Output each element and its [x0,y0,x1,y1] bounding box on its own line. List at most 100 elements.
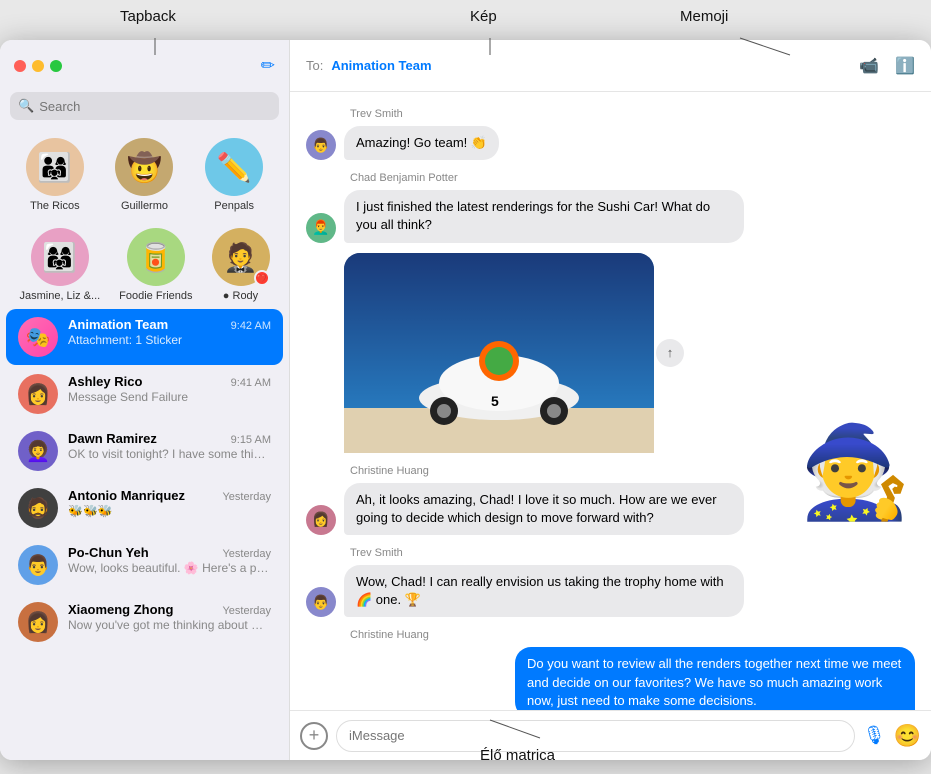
pinned-contact-guillermo[interactable]: 🤠 Guillermo [115,138,173,212]
xiaomeng-name: Xiaomeng Zhong [68,602,173,617]
animation-team-name: Animation Team [68,317,168,332]
pochun-info: Po-Chun Yeh Yesterday Wow, looks beautif… [68,545,271,575]
animation-team-info: Animation Team 9:42 AM Attachment: 1 Sti… [68,317,271,347]
msg5-bubble: Do you want to review all the renders to… [515,647,915,710]
msg5-row: Do you want to review all the renders to… [306,647,915,710]
tapback-label: Tapback [120,8,176,25]
info-icon[interactable]: ℹ️ [895,56,915,76]
xiaomeng-avatar: 👩 [18,602,58,642]
ashley-rico-preview: Message Send Failure [68,390,271,404]
xiaomeng-info: Xiaomeng Zhong Yesterday Now you've got … [68,602,271,632]
memoji-character: 🧙 [799,420,911,525]
to-label: To: [306,58,323,73]
animation-team-avatar: 🎭 [18,317,58,357]
msg4-avatar: 👨 [306,587,336,617]
sidebar-titlebar: ✏ [0,40,289,92]
msg1-avatar: 👨 [306,130,336,160]
guillermo-avatar: 🤠 [115,138,173,196]
msg4-sender: Trev Smith [306,547,915,559]
chat-area: To: Animation Team 📹 ℹ️ Trev Smith 👨 Ama… [290,40,931,760]
msg-group-5: Christine Huang Do you want to review al… [306,629,915,710]
conv-item-ashley-rico[interactable]: 👩 Ashley Rico 9:41 AM Message Send Failu… [6,366,283,422]
msg2-avatar: 👨‍🦰 [306,213,336,243]
penpals-name: Penpals [214,200,254,212]
msg4-row: 👨 Wow, Chad! I can really envision us ta… [306,565,915,617]
share-button[interactable]: ↑ [656,339,684,367]
add-button[interactable]: + [300,722,328,750]
conv-item-xiaomeng-zhong[interactable]: 👩 Xiaomeng Zhong Yesterday Now you've go… [6,594,283,650]
msg2-sender: Chad Benjamin Potter [306,172,915,184]
msg1-row: 👨 Amazing! Go team! 👏 [306,126,915,160]
xiaomeng-time: Yesterday [222,605,271,617]
conv-item-animation-team[interactable]: 🎭 Animation Team 9:42 AM Attachment: 1 S… [6,309,283,365]
msg1-bubble: Amazing! Go team! 👏 [344,126,499,160]
pinned-contacts-row1: 👨‍👩‍👧 The Ricos 🤠 Guillermo ✏️ [0,128,289,218]
antonio-name: Antonio Manriquez [68,488,185,503]
msg3-avatar: 👩 [306,505,336,535]
pinned-contact-penpals[interactable]: ✏️ Penpals [205,138,263,212]
pinned-contact-jasmine[interactable]: 👩‍👩‍👧 Jasmine, Liz &... [19,228,100,302]
conv-item-pochun-yeh[interactable]: 👨 Po-Chun Yeh Yesterday Wow, looks beaut… [6,537,283,593]
foodie-avatar: 🥫 [127,228,185,286]
antonio-time: Yesterday [222,491,271,503]
video-call-icon[interactable]: 📹 [859,56,879,76]
animation-team-preview: Attachment: 1 Sticker [68,333,271,347]
chat-input-area: + 🎙 😊 [290,710,931,760]
message-input[interactable] [336,720,855,752]
pinned-contact-ricos[interactable]: 👨‍👩‍👧 The Ricos [26,138,84,212]
msg-group-1: Trev Smith 👨 Amazing! Go team! 👏 [306,108,915,160]
pinned-contact-foodie-friends[interactable]: 🥫 Foodie Friends [119,228,192,302]
app-window: ✏ 🔍 👨‍👩‍👧 The Ricos 🤠 [0,40,931,760]
ashley-rico-name: Ashley Rico [68,374,142,389]
chat-messages: Trev Smith 👨 Amazing! Go team! 👏 Chad Be… [290,92,931,710]
emoji-button[interactable]: 😊 [894,723,921,749]
msg2-bubble: I just finished the latest renderings fo… [344,190,744,242]
pochun-preview: Wow, looks beautiful. 🌸 Here's a photo o… [68,561,271,575]
sushi-car-image: GO! Zoom [344,253,654,453]
search-input[interactable] [39,99,271,114]
ashley-rico-time: 9:41 AM [231,377,271,389]
kep-label: Kép [470,8,497,25]
sidebar: ✏ 🔍 👨‍👩‍👧 The Ricos 🤠 [0,40,290,760]
msg-group-4: Trev Smith 👨 Wow, Chad! I can really env… [306,547,915,617]
dawn-ramirez-info: Dawn Ramirez 9:15 AM OK to visit tonight… [68,431,271,461]
ricos-avatar: 👨‍👩‍👧 [26,138,84,196]
car-svg: 5 [344,253,654,453]
ashley-rico-avatar: 👩 [18,374,58,414]
chat-recipient-name[interactable]: Animation Team [331,58,851,73]
xiaomeng-preview: Now you've got me thinking about my next… [68,618,271,632]
memoji-label: Memoji [680,8,728,25]
chat-header: To: Animation Team 📹 ℹ️ [290,40,931,92]
dawn-ramirez-time: 9:15 AM [231,434,271,446]
animation-team-time: 9:42 AM [231,320,271,332]
foodie-name: Foodie Friends [119,290,192,302]
msg1-sender: Trev Smith [306,108,915,120]
maximize-button[interactable] [50,60,62,72]
search-bar[interactable]: 🔍 [10,92,279,120]
msg5-sender: Christine Huang [306,629,915,641]
search-icon: 🔍 [18,98,34,114]
antonio-info: Antonio Manriquez Yesterday 🐝🐝🐝 [68,488,271,518]
pochun-time: Yesterday [222,548,271,560]
chat-header-icons: 📹 ℹ️ [859,56,915,76]
msg2-row: 👨‍🦰 I just finished the latest rendering… [306,190,915,242]
ricos-name: The Ricos [30,200,80,212]
msg4-bubble: Wow, Chad! I can really envision us taki… [344,565,744,617]
minimize-button[interactable] [32,60,44,72]
pinned-contact-rody[interactable]: 🤵 ❤️ ● Rody [212,228,270,302]
conv-item-dawn-ramirez[interactable]: 👩‍🦱 Dawn Ramirez 9:15 AM OK to visit ton… [6,423,283,479]
antonio-preview: 🐝🐝🐝 [68,504,271,518]
rody-name: ● Rody [223,290,258,302]
jasmine-name: Jasmine, Liz &... [19,290,100,302]
pinned-contacts-row2: 👩‍👩‍👧 Jasmine, Liz &... 🥫 Foodie Friends… [0,218,289,308]
compose-icon[interactable]: ✏ [261,56,275,76]
penpals-avatar: ✏️ [205,138,263,196]
traffic-lights [14,60,62,72]
audio-record-button[interactable]: 🎙 [863,725,886,746]
guillermo-name: Guillermo [121,200,168,212]
close-button[interactable] [14,60,26,72]
conv-item-antonio-manriquez[interactable]: 🧔 Antonio Manriquez Yesterday 🐝🐝🐝 [6,480,283,536]
ashley-rico-info: Ashley Rico 9:41 AM Message Send Failure [68,374,271,404]
dawn-ramirez-name: Dawn Ramirez [68,431,157,446]
jasmine-avatar: 👩‍👩‍👧 [31,228,89,286]
